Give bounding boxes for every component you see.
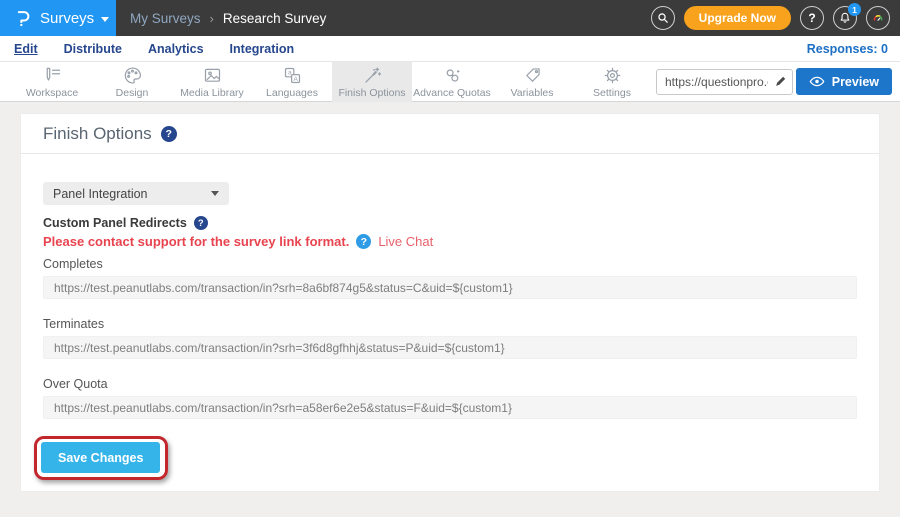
notifications-bell-icon[interactable]: 1 — [833, 6, 857, 30]
chevron-down-icon — [211, 191, 219, 196]
preview-label: Preview — [832, 75, 879, 89]
topbar: Surveys My Surveys › Research Survey Upg… — [0, 0, 900, 36]
nav-tab-integration[interactable]: Integration — [230, 42, 295, 56]
preview-button[interactable]: Preview — [796, 68, 892, 95]
nav-tab-distribute[interactable]: Distribute — [64, 42, 122, 56]
support-note: Please contact support for the survey li… — [43, 234, 349, 249]
dropdown-selected-value: Panel Integration — [53, 187, 148, 201]
redirect-field-completes: Completes — [43, 257, 857, 299]
redirects-help-icon[interactable] — [194, 216, 208, 230]
live-chat-link[interactable]: Live Chat — [378, 234, 433, 249]
chain-links-icon — [442, 65, 463, 86]
tab-advance-quotas[interactable]: Advance Quotas — [412, 62, 492, 102]
responses-count[interactable]: Responses: 0 — [807, 42, 888, 56]
eye-icon — [809, 76, 825, 87]
redirect-field-over-quota: Over Quota — [43, 377, 857, 419]
panel-integration-dropdown[interactable]: Panel Integration — [43, 182, 229, 205]
app-window: Surveys My Surveys › Research Survey Upg… — [0, 0, 900, 517]
search-icon[interactable] — [651, 6, 675, 30]
notification-count-badge: 1 — [848, 3, 861, 16]
panel-header: Finish Options — [21, 114, 879, 153]
terminates-label: Terminates — [43, 317, 857, 331]
image-icon — [202, 65, 223, 86]
chevron-down-icon — [101, 17, 109, 22]
section-title: Custom Panel Redirects — [43, 216, 187, 230]
tab-finish-options[interactable]: Finish Options — [332, 62, 412, 102]
save-changes-button[interactable]: Save Changes — [41, 442, 160, 473]
edit-toolbar: Workspace Design Media Library aA Langua… — [0, 62, 900, 102]
redirect-field-terminates: Terminates — [43, 317, 857, 359]
tab-label: Advance Quotas — [413, 87, 491, 99]
tab-label: Design — [116, 87, 149, 99]
upgrade-now-button[interactable]: Upgrade Now — [684, 6, 791, 30]
tab-label: Media Library — [180, 87, 244, 99]
product-switcher[interactable]: Surveys — [0, 0, 116, 36]
tab-media-library[interactable]: Media Library — [172, 62, 252, 102]
product-name: Surveys — [40, 10, 94, 27]
custom-panel-redirects-heading: Custom Panel Redirects — [43, 216, 857, 230]
tab-languages[interactable]: aA Languages — [252, 62, 332, 102]
tab-variables[interactable]: Variables — [492, 62, 572, 102]
questionpro-logo-icon — [13, 8, 33, 28]
tab-design[interactable]: Design — [92, 62, 172, 102]
divider — [21, 153, 879, 154]
gear-icon — [602, 65, 623, 86]
survey-nav: Edit Distribute Analytics Integration Re… — [0, 36, 900, 62]
nav-tab-analytics[interactable]: Analytics — [148, 42, 204, 56]
page-title: Finish Options — [43, 124, 152, 144]
nav-tab-edit[interactable]: Edit — [14, 42, 38, 56]
survey-url-box — [656, 69, 793, 95]
breadcrumb-current-survey: Research Survey — [223, 11, 327, 26]
magic-wand-icon — [362, 65, 383, 86]
support-note-row: Please contact support for the survey li… — [43, 234, 857, 249]
workspace-icon — [42, 65, 63, 86]
tab-workspace[interactable]: Workspace — [12, 62, 92, 102]
tab-label: Languages — [266, 87, 318, 99]
save-changes-area: Save Changes — [41, 442, 160, 473]
tab-label: Finish Options — [338, 87, 405, 99]
breadcrumb: My Surveys › Research Survey — [130, 11, 326, 26]
panel-body: Panel Integration Custom Panel Redirects… — [21, 182, 879, 491]
account-avatar[interactable] — [866, 6, 890, 30]
finish-options-help-icon[interactable] — [161, 126, 177, 142]
help-icon[interactable]: ? — [800, 6, 824, 30]
svg-text:A: A — [293, 75, 298, 82]
translate-icon: aA — [282, 65, 303, 86]
over-quota-url-input[interactable] — [43, 396, 857, 419]
tab-settings[interactable]: Settings — [572, 62, 652, 102]
edit-url-pencil-icon[interactable] — [773, 74, 789, 90]
completes-url-input[interactable] — [43, 276, 857, 299]
topbar-actions: Upgrade Now ? 1 — [651, 6, 900, 30]
tab-label: Settings — [593, 87, 631, 99]
tab-label: Variables — [511, 87, 554, 99]
terminates-url-input[interactable] — [43, 336, 857, 359]
over-quota-label: Over Quota — [43, 377, 857, 391]
tag-icon — [522, 65, 543, 86]
breadcrumb-separator: › — [210, 11, 214, 26]
finish-options-panel: Finish Options Panel Integration Custom … — [20, 113, 880, 492]
tab-label: Workspace — [26, 87, 78, 99]
live-chat-icon[interactable] — [356, 234, 371, 249]
palette-icon — [122, 65, 143, 86]
breadcrumb-my-surveys[interactable]: My Surveys — [130, 11, 201, 26]
completes-label: Completes — [43, 257, 857, 271]
